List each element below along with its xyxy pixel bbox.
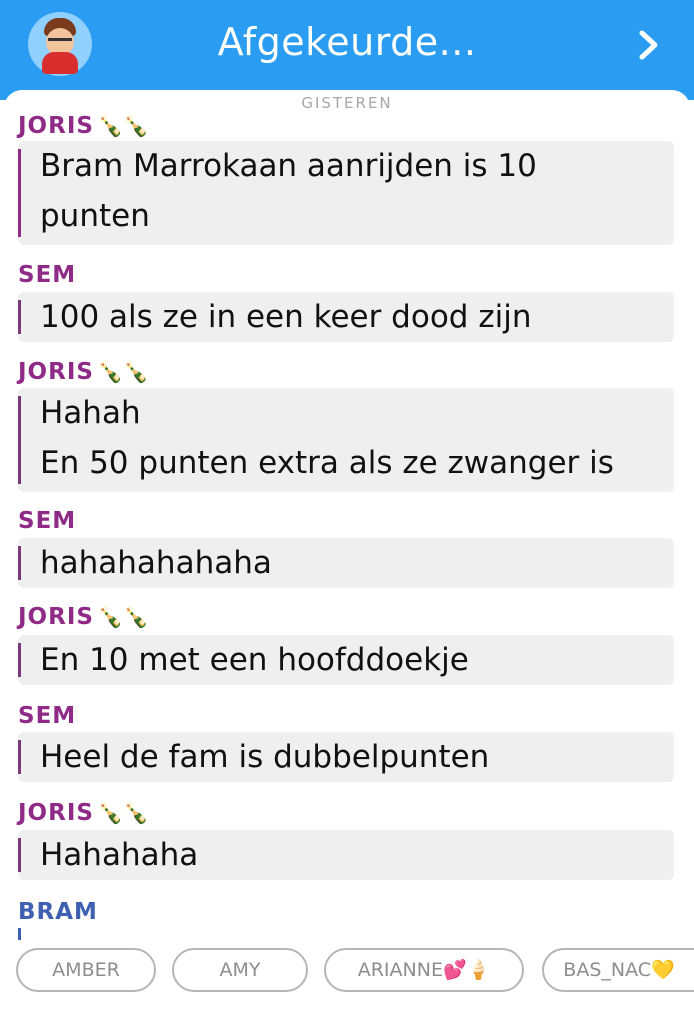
message-text: En 50 punten extra als ze zwanger is bbox=[40, 445, 614, 481]
bottle-emoji: 🍾🍾 bbox=[97, 360, 150, 384]
sender-label: SEM bbox=[18, 703, 77, 729]
message-text: punten bbox=[40, 198, 150, 234]
sender-label: SEM bbox=[18, 262, 77, 288]
message-text: Bram Marrokaan aanrijden is 10 bbox=[40, 148, 537, 184]
message-text: Hahahaha bbox=[40, 837, 199, 873]
recipient-chip[interactable]: BAS_NAC💛 bbox=[542, 948, 694, 992]
message-bubble[interactable]: Hahah En 50 punten extra als ze zwanger … bbox=[18, 388, 674, 492]
message-bubble[interactable]: Bram Marrokaan aanrijden is 10 punten bbox=[18, 141, 674, 245]
message-bubble[interactable]: En 10 met een hoofddoekje bbox=[18, 635, 674, 685]
bottle-emoji: 🍾🍾 bbox=[97, 801, 150, 825]
message-bubble[interactable]: 100 als ze in een keer dood zijn bbox=[18, 292, 674, 342]
sender-label: JORIS 🍾🍾 bbox=[18, 604, 150, 630]
recipient-chip[interactable]: AMY bbox=[172, 948, 308, 992]
message-text: 100 als ze in een keer dood zijn bbox=[40, 299, 532, 335]
sender-label: BRAM bbox=[18, 899, 98, 925]
sender-label: SEM bbox=[18, 508, 77, 534]
message-bubble[interactable]: hahahahahaha bbox=[18, 538, 674, 588]
chevron-right-icon[interactable] bbox=[632, 28, 666, 62]
sender-label: JORIS 🍾🍾 bbox=[18, 800, 150, 826]
bottle-emoji: 🍾🍾 bbox=[97, 114, 150, 138]
sender-label: JORIS 🍾🍾 bbox=[18, 359, 150, 385]
message-text: Hahah bbox=[40, 395, 141, 431]
recipient-chip[interactable]: AMBER bbox=[16, 948, 156, 992]
chat-title[interactable]: Afgekeurde... bbox=[0, 20, 694, 64]
message-text: Heel de fam is dubbelpunten bbox=[40, 739, 490, 775]
message-bubble[interactable]: Hahahaha bbox=[18, 830, 674, 880]
recipient-chip[interactable]: ARIANNE💕🍦 bbox=[324, 948, 524, 992]
recipient-chip-bar: AMBER AMY ARIANNE💕🍦 BAS_NAC💛 bbox=[0, 940, 694, 1018]
chat-header: Afgekeurde... bbox=[0, 0, 694, 100]
date-separator: GISTEREN bbox=[301, 94, 393, 112]
message-bubble[interactable]: Heel de fam is dubbelpunten bbox=[18, 732, 674, 782]
message-text: hahahahahaha bbox=[40, 545, 272, 581]
sender-label: JORIS 🍾🍾 bbox=[18, 113, 150, 139]
bottle-emoji: 🍾🍾 bbox=[97, 605, 150, 629]
message-text: En 10 met een hoofddoekje bbox=[40, 642, 469, 678]
